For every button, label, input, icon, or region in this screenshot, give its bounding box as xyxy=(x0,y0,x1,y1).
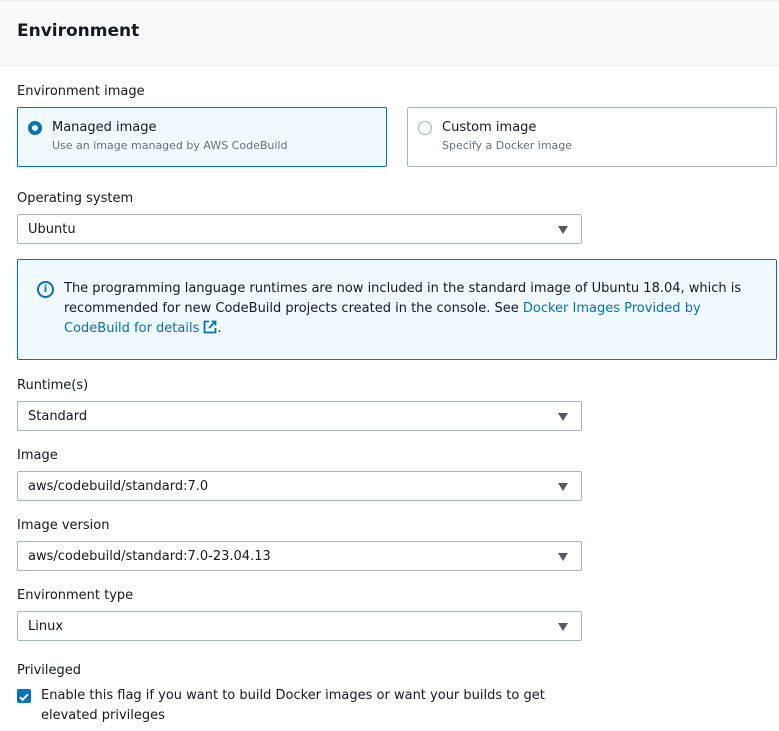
caret-down-icon xyxy=(558,413,568,421)
info-message: The programming language runtimes are no… xyxy=(64,279,764,339)
caret-down-icon xyxy=(558,553,568,561)
section-header: Environment xyxy=(0,1,779,66)
image-value: aws/codebuild/standard:7.0 xyxy=(28,479,209,494)
operating-system-label: Operating system xyxy=(17,191,134,206)
caret-down-icon xyxy=(558,226,568,234)
caret-down-icon xyxy=(558,623,568,631)
privileged-checkbox-label[interactable]: Enable this flag if you want to build Do… xyxy=(41,686,561,726)
runtimes-select[interactable]: Standard xyxy=(17,401,582,431)
custom-image-radio[interactable] xyxy=(418,121,432,135)
environment-type-select[interactable]: Linux xyxy=(17,611,582,641)
info-icon: i xyxy=(37,281,54,298)
environment-image-label: Environment image xyxy=(17,84,145,99)
runtimes-value: Standard xyxy=(28,409,88,424)
managed-image-description: Use an image managed by AWS CodeBuild xyxy=(52,139,288,152)
managed-image-option[interactable]: Managed image Use an image managed by AW… xyxy=(17,107,387,167)
external-link-icon xyxy=(203,320,217,334)
environment-type-value: Linux xyxy=(28,619,64,634)
privileged-label: Privileged xyxy=(17,663,81,678)
image-version-value: aws/codebuild/standard:7.0-23.04.13 xyxy=(28,549,271,564)
image-version-label: Image version xyxy=(17,518,110,533)
image-version-select[interactable]: aws/codebuild/standard:7.0-23.04.13 xyxy=(17,541,582,571)
image-select[interactable]: aws/codebuild/standard:7.0 xyxy=(17,471,582,501)
info-alert: i The programming language runtimes are … xyxy=(17,259,777,360)
privileged-checkbox[interactable] xyxy=(17,689,31,703)
operating-system-select[interactable]: Ubuntu xyxy=(17,214,582,244)
environment-type-label: Environment type xyxy=(17,588,134,603)
section-title: Environment xyxy=(17,21,140,41)
runtimes-label: Runtime(s) xyxy=(17,378,89,393)
custom-image-description: Specify a Docker image xyxy=(442,139,573,152)
caret-down-icon xyxy=(558,483,568,491)
info-trailing: . xyxy=(217,321,222,336)
image-label: Image xyxy=(17,448,58,463)
checkmark-icon xyxy=(19,693,29,702)
operating-system-value: Ubuntu xyxy=(28,222,76,237)
managed-image-radio[interactable] xyxy=(28,121,42,135)
custom-image-title: Custom image xyxy=(442,120,537,135)
managed-image-title: Managed image xyxy=(52,120,157,135)
custom-image-option[interactable]: Custom image Specify a Docker image xyxy=(407,107,777,167)
